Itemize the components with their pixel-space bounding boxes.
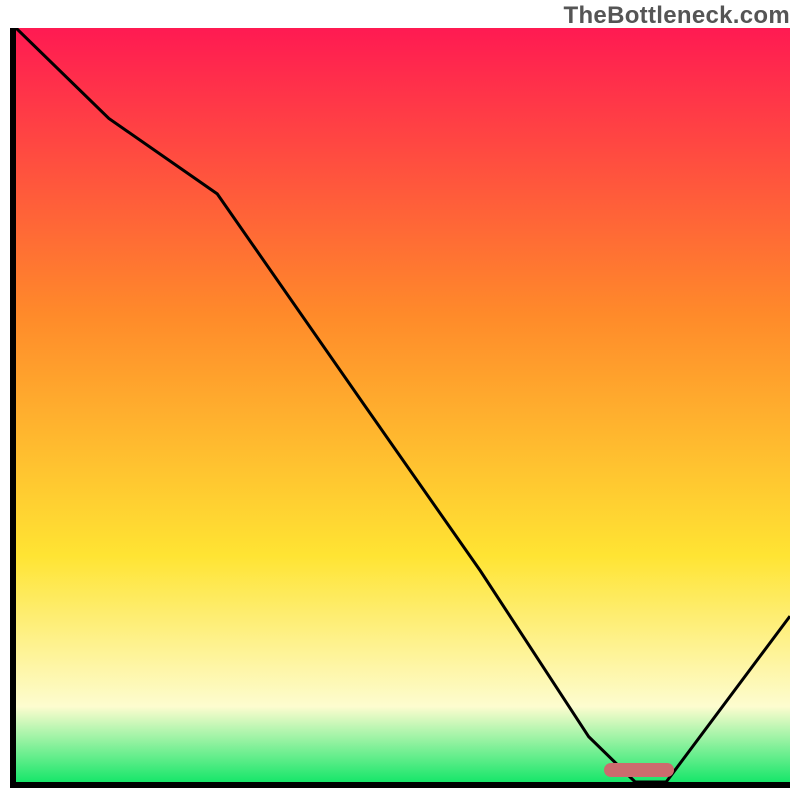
bottleneck-curve	[16, 28, 790, 782]
curve-layer	[16, 28, 790, 782]
watermark-text: TheBottleneck.com	[564, 2, 790, 30]
chart-root: TheBottleneck.com	[0, 0, 800, 800]
plot-area	[10, 28, 790, 788]
optimal-range-marker	[604, 763, 674, 777]
